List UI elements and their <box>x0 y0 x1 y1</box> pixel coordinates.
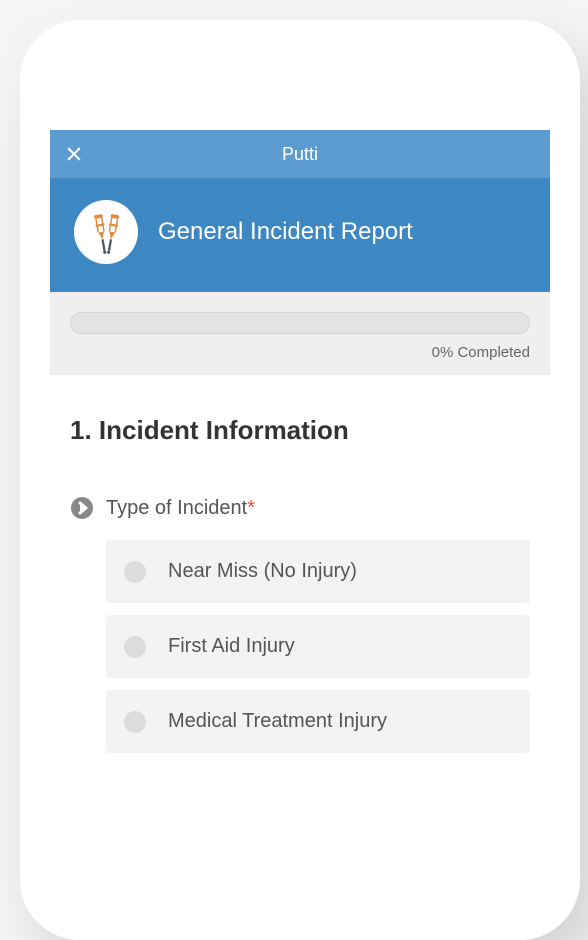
options-list: Near Miss (No Injury) First Aid Injury M… <box>106 540 530 753</box>
option-label: Near Miss (No Injury) <box>168 560 357 583</box>
radio-icon <box>124 561 146 583</box>
option-first-aid[interactable]: First Aid Injury <box>106 615 530 678</box>
form-header: General Incident Report <box>50 178 550 292</box>
progress-label: 0% Completed <box>70 344 530 361</box>
progress-bar <box>70 312 530 334</box>
option-label: Medical Treatment Injury <box>168 710 387 733</box>
top-bar: Putti <box>50 130 550 178</box>
phone-frame: Putti <box>20 20 580 940</box>
crutches-icon <box>84 210 128 254</box>
option-medical-treatment[interactable]: Medical Treatment Injury <box>106 690 530 753</box>
required-indicator: * <box>247 497 255 519</box>
form-content: 1. Incident Information Type of Incident… <box>50 375 550 753</box>
form-title: General Incident Report <box>158 218 413 246</box>
app-screen: Putti <box>50 130 550 940</box>
arrow-right-circle-icon <box>70 496 94 520</box>
close-button[interactable] <box>64 144 84 164</box>
app-title: Putti <box>282 144 318 165</box>
question-row: Type of Incident* <box>70 496 530 520</box>
question-text: Type of Incident <box>106 497 247 519</box>
radio-icon <box>124 636 146 658</box>
question-label: Type of Incident* <box>106 497 255 520</box>
progress-section: 0% Completed <box>50 292 550 375</box>
option-near-miss[interactable]: Near Miss (No Injury) <box>106 540 530 603</box>
option-label: First Aid Injury <box>168 635 295 658</box>
form-icon-container <box>74 200 138 264</box>
close-icon <box>64 144 84 164</box>
section-heading: 1. Incident Information <box>70 415 530 446</box>
radio-icon <box>124 711 146 733</box>
